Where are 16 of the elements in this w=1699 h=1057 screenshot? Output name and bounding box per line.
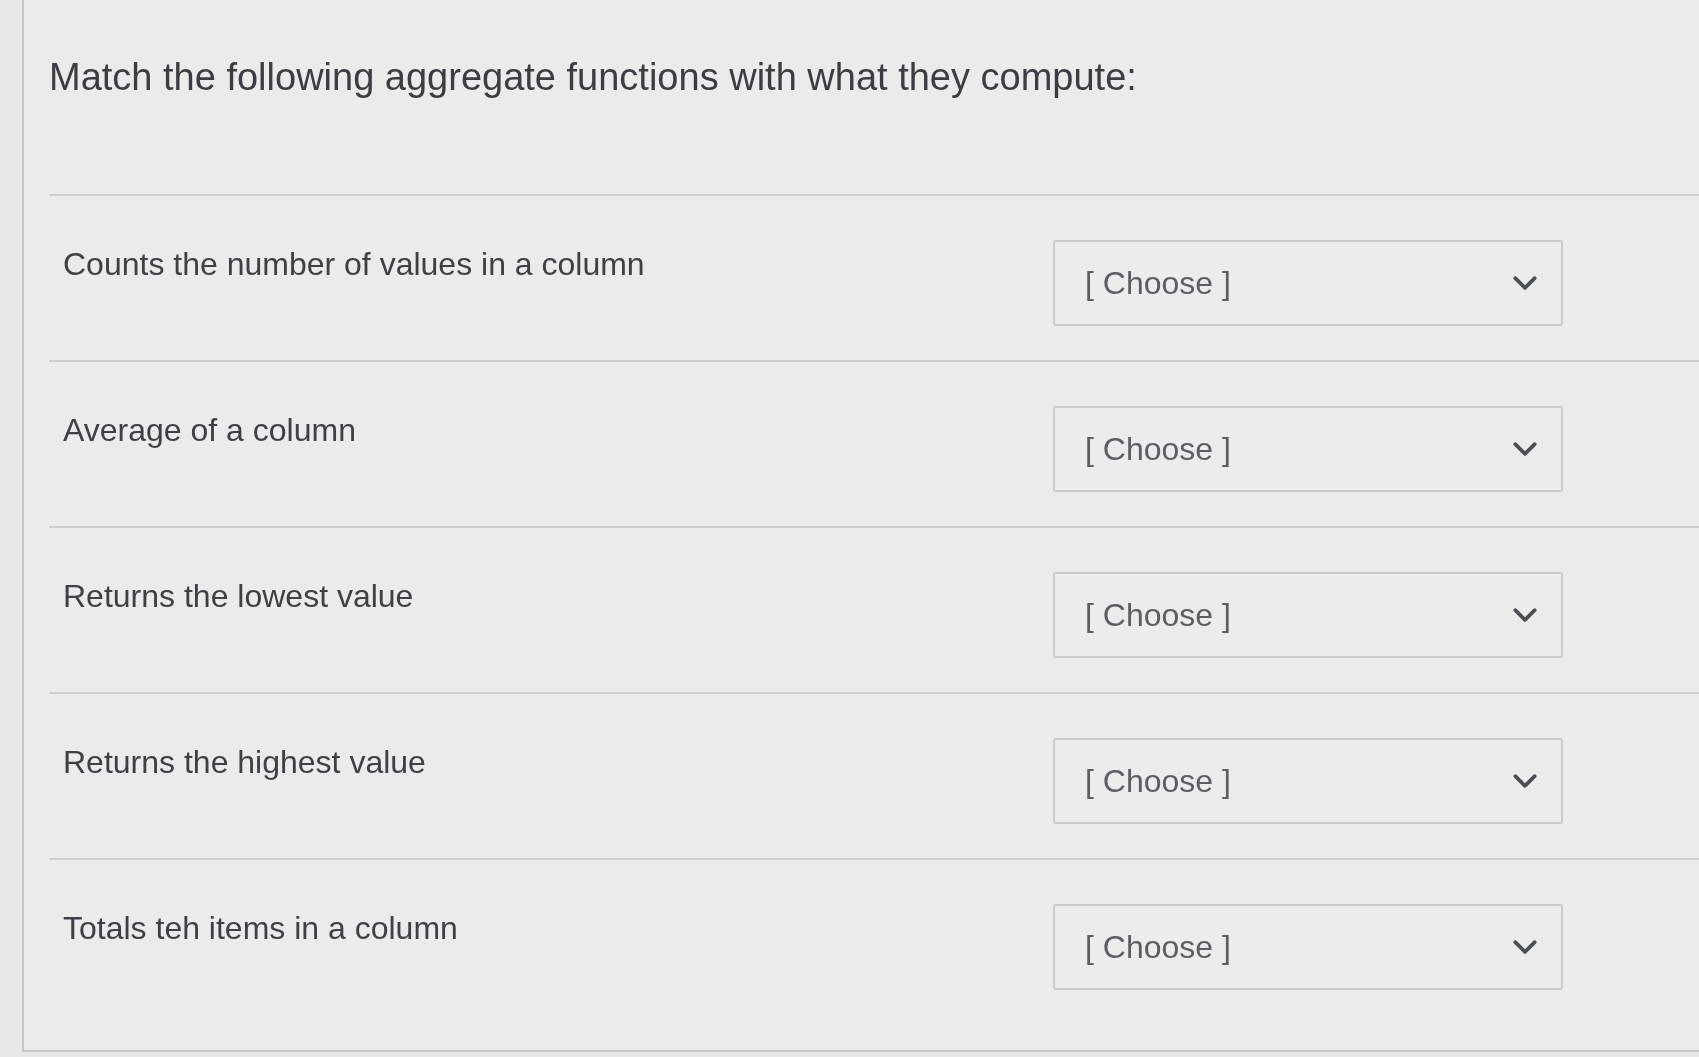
chevron-down-icon — [1513, 774, 1537, 788]
answer-dropdown[interactable]: [ Choose ] — [1053, 572, 1563, 658]
answer-dropdown[interactable]: [ Choose ] — [1053, 738, 1563, 824]
chevron-down-icon — [1513, 608, 1537, 622]
statement-text: Counts the number of values in a column — [63, 245, 646, 283]
answer-dropdown[interactable]: [ Choose ] — [1053, 406, 1563, 492]
chevron-down-icon — [1513, 276, 1537, 290]
answer-dropdown[interactable]: [ Choose ] — [1053, 904, 1563, 990]
statement-text: Returns the highest value — [63, 743, 427, 781]
chevron-down-icon — [1513, 940, 1537, 954]
chevron-down-icon — [1513, 442, 1537, 456]
statement-text: Returns the lowest value — [63, 577, 415, 615]
statement-text: Totals teh items in a column — [63, 909, 459, 947]
statement-text: Average of a column — [63, 411, 357, 449]
question-prompt: Match the following aggregate functions with what they compute: — [49, 55, 1138, 100]
answer-dropdown[interactable]: [ Choose ] — [1053, 240, 1563, 326]
